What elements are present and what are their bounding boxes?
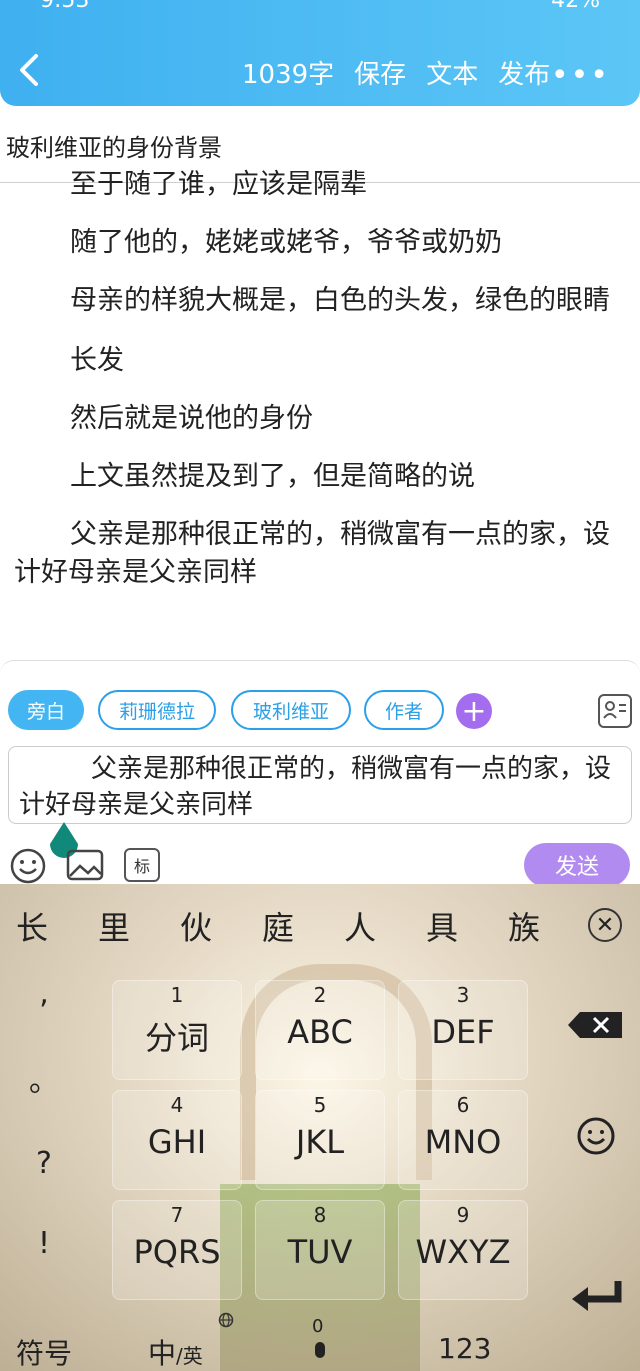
image-icon[interactable] bbox=[66, 848, 104, 882]
role-chip-bolivia[interactable]: 玻利维亚 bbox=[231, 690, 351, 730]
candidate-word[interactable]: 具 bbox=[426, 903, 508, 949]
candidate-word[interactable]: 长 bbox=[16, 903, 98, 949]
role-chip-narration[interactable]: 旁白 bbox=[8, 690, 84, 730]
story-content[interactable]: 至于随了谁，应该是隔辈 随了他的，姥姥或姥爷，爷爷或奶奶 母亲的样貌大概是，白色… bbox=[14, 160, 622, 650]
symbols-key[interactable]: 符号 bbox=[16, 1332, 72, 1371]
paragraph: 至于随了谁，应该是隔辈 bbox=[70, 169, 367, 200]
close-candidates-icon[interactable]: ✕ bbox=[588, 908, 622, 942]
publish-button[interactable]: 发布 bbox=[498, 54, 550, 91]
key-3[interactable]: 3 DEF bbox=[398, 980, 528, 1080]
text-button[interactable]: 文本 bbox=[426, 54, 478, 91]
role-chip-lisandra[interactable]: 莉珊德拉 bbox=[98, 690, 216, 730]
backspace-icon[interactable] bbox=[566, 1010, 624, 1040]
punct-exclaim-key[interactable]: ! bbox=[14, 1226, 74, 1261]
status-battery: 42% bbox=[551, 0, 600, 13]
word-count: 1039字 bbox=[242, 60, 335, 90]
key-2[interactable]: 2 ABC bbox=[255, 980, 385, 1080]
save-button[interactable]: 保存 bbox=[354, 54, 406, 91]
language-switch-key[interactable]: 中/英 bbox=[148, 1332, 203, 1371]
keyboard: 长 里 伙 庭 人 具 族 ✕ , 。 ? ! 1 分词 2 ABC 3 DEF… bbox=[0, 884, 640, 1371]
enter-icon[interactable] bbox=[570, 1279, 624, 1313]
message-input[interactable]: 父亲是那种很正常的，稍微富有一点的家，设计好母亲是父亲同样 bbox=[8, 746, 632, 824]
candidate-word[interactable]: 族 bbox=[508, 903, 590, 949]
paragraph: 父亲是那种很正常的，稍微富有一点的家，设计好母亲是父亲同样 bbox=[14, 519, 610, 588]
send-button[interactable]: 发送 bbox=[524, 843, 630, 887]
key-7[interactable]: 7 PQRS bbox=[112, 1200, 242, 1300]
globe-icon bbox=[218, 1312, 234, 1328]
space-key-number: 0 bbox=[312, 1316, 324, 1337]
candidate-word[interactable]: 人 bbox=[344, 903, 426, 949]
language-sub-label: /英 bbox=[176, 1344, 203, 1368]
candidate-word[interactable]: 伙 bbox=[180, 903, 262, 949]
paragraph: 长发 bbox=[70, 345, 124, 376]
more-options-icon[interactable]: ••• bbox=[551, 58, 610, 93]
key-5[interactable]: 5 JKL bbox=[255, 1090, 385, 1190]
top-app-bar: 9:53 42% 1039字 保存 文本 发布 ••• bbox=[0, 0, 640, 106]
candidate-word[interactable]: 庭 bbox=[262, 903, 344, 949]
tag-button[interactable]: 标 bbox=[124, 848, 160, 882]
contact-card-icon[interactable] bbox=[598, 694, 632, 728]
role-chip-author[interactable]: 作者 bbox=[364, 690, 444, 730]
candidate-word[interactable]: 里 bbox=[98, 903, 180, 949]
punct-period-key[interactable]: 。 bbox=[14, 1056, 74, 1100]
candidate-bar: 长 里 伙 庭 人 具 族 ✕ bbox=[0, 884, 640, 968]
emoji-key-icon[interactable] bbox=[576, 1116, 616, 1156]
numbers-key[interactable]: 123 bbox=[438, 1332, 491, 1365]
document-title: 玻利维亚的身份背景 bbox=[6, 134, 222, 162]
key-4[interactable]: 4 GHI bbox=[112, 1090, 242, 1190]
punct-question-key[interactable]: ? bbox=[14, 1146, 74, 1181]
key-1[interactable]: 1 分词 bbox=[112, 980, 242, 1080]
language-main-label: 中 bbox=[148, 1337, 177, 1370]
message-input-text: 父亲是那种很正常的，稍微富有一点的家，设计好母亲是父亲同样 bbox=[19, 754, 612, 820]
emoji-icon[interactable] bbox=[10, 848, 46, 884]
status-time: 9:53 bbox=[40, 0, 90, 13]
key-6[interactable]: 6 MNO bbox=[398, 1090, 528, 1190]
microphone-icon[interactable] bbox=[312, 1340, 328, 1364]
paragraph: 母亲的样貌大概是，白色的头发，绿色的眼睛 bbox=[70, 285, 610, 316]
back-arrow-icon[interactable] bbox=[12, 52, 48, 88]
key-8[interactable]: 8 TUV bbox=[255, 1200, 385, 1300]
paragraph: 上文虽然提及到了，但是简略的说 bbox=[70, 461, 475, 492]
add-role-button[interactable]: + bbox=[456, 693, 492, 729]
key-9[interactable]: 9 WXYZ bbox=[398, 1200, 528, 1300]
paragraph: 随了他的，姥姥或姥爷，爷爷或奶奶 bbox=[70, 227, 502, 258]
paragraph: 然后就是说他的身份 bbox=[70, 403, 313, 434]
punct-comma-key[interactable]: , bbox=[14, 976, 74, 1011]
